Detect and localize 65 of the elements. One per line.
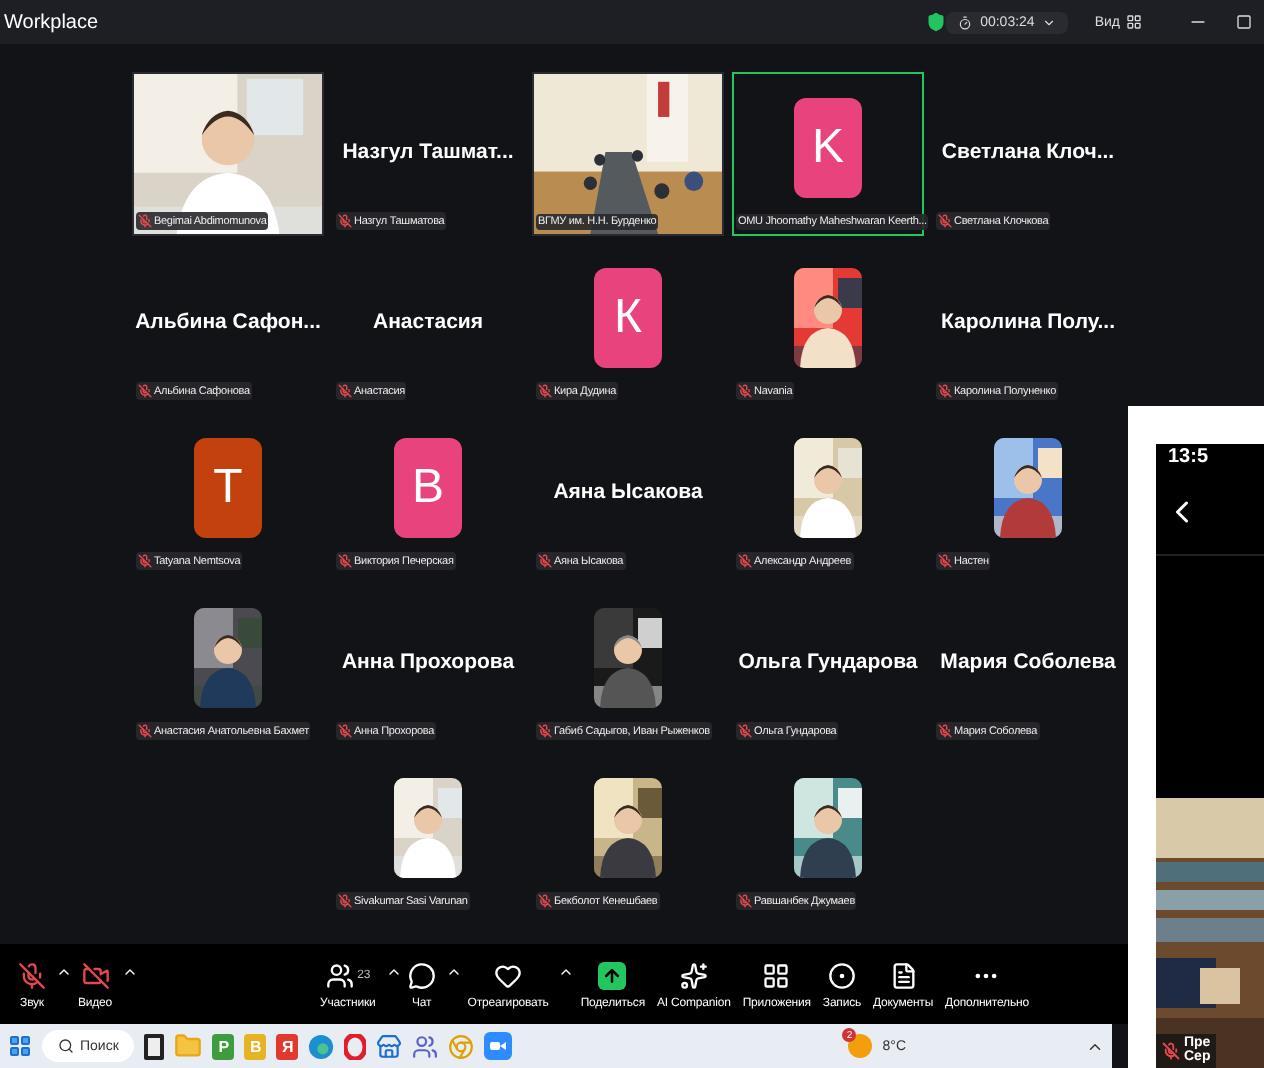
phone-clock: 13:5 (1168, 446, 1211, 468)
muted-mic-icon (138, 554, 152, 568)
participant-display-name: Мария Соболева (940, 647, 1116, 677)
muted-mic-icon (738, 724, 752, 738)
teams-icon[interactable] (412, 1033, 439, 1059)
muted-mic-icon (738, 894, 752, 908)
participant-display-name: Аяна Ысакова (553, 477, 703, 507)
muted-mic-icon (138, 724, 152, 738)
shield-icon (926, 12, 947, 32)
muted-mic-icon (938, 724, 952, 738)
muted-mic-icon (738, 384, 752, 398)
muted-mic-icon (938, 214, 952, 228)
store-icon[interactable] (376, 1033, 403, 1059)
muted-mic-icon (538, 384, 552, 398)
caret-icon[interactable] (445, 964, 462, 980)
video-app-icon[interactable] (484, 1032, 513, 1060)
window-title: Workplace (4, 11, 99, 33)
caret-icon[interactable] (385, 964, 402, 980)
record-icon (827, 961, 856, 989)
letter-avatar: К (594, 267, 662, 367)
caret-icon[interactable] (558, 964, 575, 980)
letter-avatar: В (394, 437, 462, 537)
react-icon (494, 961, 523, 989)
participant-display-name: Альбина Сафон... (135, 307, 321, 337)
muted-mic-icon (338, 894, 352, 908)
chat-icon (407, 961, 436, 989)
start-icon[interactable] (8, 1034, 32, 1058)
files-icon[interactable] (144, 1033, 165, 1059)
participant-display-name: Светлана Клоч... (941, 137, 1115, 167)
muted-mic-icon (538, 894, 552, 908)
caret-icon[interactable] (56, 964, 72, 980)
search-icon (58, 1038, 74, 1054)
caret-icon[interactable] (122, 964, 139, 980)
ai-icon (679, 961, 708, 989)
muted-mic-icon (338, 554, 352, 568)
browser-icon[interactable] (308, 1033, 335, 1059)
participant-display-name: Ольга Гундарова (738, 647, 918, 677)
grid-icon (1126, 14, 1142, 30)
muted-mic-icon (138, 384, 152, 398)
muted-mic-icon (538, 724, 552, 738)
participant-display-name: Назгул Ташмат... (342, 137, 514, 167)
participant-display-name: Анна Прохорова (341, 647, 515, 677)
docs-icon (889, 961, 918, 989)
muted-mic-icon (338, 724, 352, 738)
app-icon[interactable]: P (212, 1033, 235, 1059)
browser-icon[interactable] (344, 1033, 367, 1059)
muted-mic-icon (938, 384, 952, 398)
caret-icon (1042, 15, 1057, 29)
muted-mic-icon (338, 214, 352, 228)
muted-mic-icon (338, 384, 352, 398)
letter-avatar: T (194, 437, 262, 537)
participants-icon (325, 961, 354, 989)
muted-mic-icon (1162, 1041, 1180, 1060)
participant-display-name: Анастасия (372, 307, 483, 337)
app-icon[interactable]: Я (276, 1033, 299, 1059)
letter-avatar: K (794, 98, 862, 198)
muted-mic-icon (138, 214, 152, 228)
muted-mic-icon (538, 554, 552, 568)
muted-mic-icon (938, 554, 952, 568)
apps-icon (762, 961, 791, 989)
muted-mic-icon (738, 554, 752, 568)
maximize-icon[interactable] (1236, 14, 1252, 30)
participant-display-name: Каролина Полу... (940, 307, 1116, 337)
share-icon (598, 961, 627, 989)
timer-icon (958, 15, 973, 29)
